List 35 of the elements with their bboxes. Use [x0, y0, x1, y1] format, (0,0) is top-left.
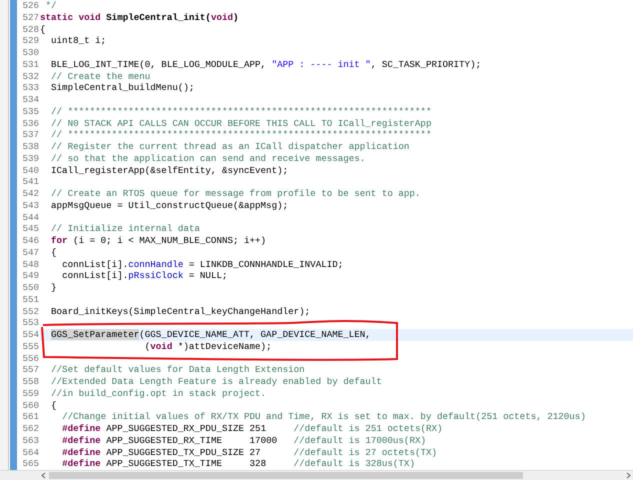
code-line: SimpleCentral_buildMenu(); — [50, 82, 194, 94]
code-line: #define APP_SUGGESTED_TX_TIME 328 //default is 328us(TX) — [61, 458, 415, 470]
code-line: connList[i].connHandle = LINKDB_CONNHANDLE_INVALID; — [61, 258, 344, 270]
code-line: (void *)attDeviceName); — [144, 340, 272, 352]
code-line: // N0 STACK API CALLS CAN OCCUR BEFORE THIS CALL TO ICall_registerApp — [50, 118, 432, 130]
code-line: // Initialize internal data — [50, 223, 200, 235]
code-line: Board_initKeys(SimpleCentral_keyChangeHandler); — [50, 306, 310, 318]
code-line: connList[i].pRssiClock = NULL; — [61, 270, 228, 282]
code-line: //Change initial values of RX/TX PDU and Time, RX is set to max. by default(251 octets, 2120us) — [61, 411, 586, 423]
line-number: 554 — [17, 329, 40, 341]
code-line: #define APP_SUGGESTED_RX_PDU_SIZE 251 //default is 251 octets(RX) — [61, 423, 443, 435]
code-line: #define APP_SUGGESTED_RX_TIME 17000 //default is 17000us(RX) — [61, 434, 426, 446]
code-line: BLE_LOG_INT_TIME(0, BLE_LOG_MODULE_APP, "APP : ---- init ", SC_TASK_PRIORITY); — [50, 58, 482, 70]
code-line: // Register the current thread as an ICall dispatcher application — [50, 141, 410, 153]
code-line: //Extended Data Length Feature is already enabled by default — [50, 376, 382, 388]
code-line: static void SimpleCentral_init(void) — [40, 12, 239, 24]
code-line: for (i = 0; i < MAX_NUM_BLE_CONNS; i++) — [50, 235, 266, 247]
code-line: //Set default values for Data Length Extension — [50, 364, 305, 376]
code-line: // so that the application can send and receive messages. — [50, 152, 366, 164]
code-line: uint8_t i; — [50, 35, 106, 47]
code-line: #define APP_SUGGESTED_TX_PDU_SIZE 27 //default is 27 octets(TX) — [61, 446, 438, 458]
code-line: { — [40, 24, 46, 36]
code-line: // ****************************************************************** — [50, 129, 432, 141]
code-line: //in build_config.opt in stack project. — [50, 388, 266, 400]
code-line: */ — [44, 0, 57, 12]
code-line: // Create the menu — [50, 70, 150, 82]
code-line: appMsgQueue = Util_constructQueue(&appMsg); — [50, 200, 288, 212]
code-line: GGS_SetParameter(GGS_DEVICE_NAME_ATT, GAP_DEVICE_NAME_LEN, — [50, 329, 371, 341]
code-line: // Create an RTOS queue for message from profile to be sent to app. — [50, 188, 420, 200]
code-line: // ****************************************************************** — [50, 106, 432, 118]
code-line: { — [50, 246, 57, 258]
code-line: { — [50, 400, 57, 412]
code-line: } — [50, 282, 57, 294]
horizontal-scrollbar-thumb[interactable] — [49, 472, 523, 479]
code-line: ICall_registerApp(&selfEntity, &syncEvent); — [50, 164, 288, 176]
